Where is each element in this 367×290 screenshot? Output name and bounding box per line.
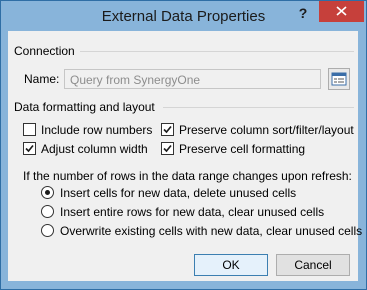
- checkmark-icon: [163, 125, 172, 134]
- checkmark-icon: [163, 144, 172, 153]
- insert-rows-label[interactable]: Insert entire rows for new data, clear u…: [60, 205, 324, 219]
- dialog-body: Connection Name: Query from SynergyOne D…: [8, 31, 362, 281]
- connection-properties-button[interactable]: [328, 68, 350, 90]
- external-data-properties-dialog: External Data Properties ? Connection Na…: [0, 0, 367, 290]
- radio-selected-dot: [45, 190, 50, 195]
- overwrite-cells-label[interactable]: Overwrite existing cells with new data, …: [60, 224, 362, 238]
- formatting-divider: [163, 107, 354, 108]
- cancel-button[interactable]: Cancel: [276, 254, 350, 276]
- checkmark-icon: [25, 144, 34, 153]
- include-row-numbers-label[interactable]: Include row numbers: [41, 123, 152, 137]
- overwrite-cells-radio[interactable]: [41, 224, 54, 237]
- close-button[interactable]: [319, 1, 364, 22]
- insert-rows-radio[interactable]: [41, 205, 54, 218]
- close-icon: [336, 6, 347, 16]
- name-field[interactable]: Query from SynergyOne: [64, 69, 321, 89]
- connection-section-label: Connection: [14, 44, 75, 58]
- adjust-column-width-label[interactable]: Adjust column width: [41, 142, 148, 156]
- preserve-cell-formatting-checkbox[interactable]: [161, 142, 174, 155]
- connection-properties-icon: [331, 72, 347, 86]
- help-button[interactable]: ?: [292, 2, 314, 24]
- preserve-column-sort-label[interactable]: Preserve column sort/filter/layout: [179, 123, 354, 137]
- name-label: Name:: [24, 72, 60, 86]
- insert-cells-radio[interactable]: [41, 186, 54, 199]
- formatting-section-label: Data formatting and layout: [14, 100, 155, 114]
- preserve-column-sort-checkbox[interactable]: [161, 123, 174, 136]
- preserve-cell-formatting-label[interactable]: Preserve cell formatting: [179, 142, 305, 156]
- title-bar: External Data Properties ?: [1, 1, 366, 31]
- connection-divider: [80, 51, 354, 52]
- insert-cells-label[interactable]: Insert cells for new data, delete unused…: [60, 186, 296, 200]
- name-field-value: Query from SynergyOne: [70, 73, 201, 87]
- ok-button[interactable]: OK: [194, 254, 268, 276]
- refresh-prompt: If the number of rows in the data range …: [23, 169, 352, 183]
- adjust-column-width-checkbox[interactable]: [23, 142, 36, 155]
- include-row-numbers-checkbox[interactable]: [23, 123, 36, 136]
